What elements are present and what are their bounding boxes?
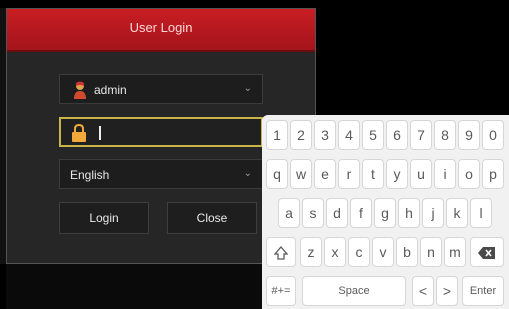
language-select[interactable]: English ⌄ <box>59 159 263 189</box>
backspace-icon <box>478 247 495 260</box>
password-input[interactable] <box>59 117 263 147</box>
key[interactable]: t <box>362 159 384 189</box>
key[interactable]: o <box>458 159 480 189</box>
enter-key[interactable]: Enter <box>462 276 504 306</box>
key[interactable]: 1 <box>266 120 288 150</box>
username-value: admin <box>94 83 127 97</box>
key[interactable]: 2 <box>290 120 312 150</box>
key[interactable]: b <box>396 237 418 267</box>
key[interactable]: y <box>386 159 408 189</box>
language-value: English <box>70 168 110 182</box>
user-avatar-icon <box>74 81 86 99</box>
space-key[interactable]: Space <box>302 276 406 306</box>
cursor-right-key[interactable]: > <box>436 276 458 306</box>
key[interactable]: 6 <box>386 120 408 150</box>
key[interactable]: s <box>302 198 324 228</box>
key[interactable]: 3 <box>314 120 336 150</box>
key[interactable]: z <box>300 237 322 267</box>
key[interactable]: h <box>398 198 420 228</box>
key[interactable]: j <box>422 198 444 228</box>
chevron-down-icon: ⌄ <box>243 168 252 179</box>
shift-icon <box>274 246 288 260</box>
lock-icon <box>72 124 86 142</box>
key[interactable]: q <box>266 159 288 189</box>
key[interactable]: p <box>482 159 504 189</box>
key[interactable]: w <box>290 159 312 189</box>
key[interactable]: v <box>372 237 394 267</box>
key[interactable]: r <box>338 159 360 189</box>
key[interactable]: a <box>278 198 300 228</box>
on-screen-keyboard: 1 2 3 4 5 6 7 8 9 0 q w e r t y u i o p … <box>262 115 509 309</box>
key[interactable]: d <box>326 198 348 228</box>
key[interactable]: c <box>348 237 370 267</box>
login-button[interactable]: Login <box>59 202 149 234</box>
key[interactable]: e <box>314 159 336 189</box>
chevron-down-icon: ⌄ <box>243 83 252 94</box>
key[interactable]: i <box>434 159 456 189</box>
symbols-key[interactable]: #+= <box>266 276 296 306</box>
key[interactable]: 9 <box>458 120 480 150</box>
key[interactable]: n <box>420 237 442 267</box>
key[interactable]: 5 <box>362 120 384 150</box>
key[interactable]: g <box>374 198 396 228</box>
key[interactable]: 8 <box>434 120 456 150</box>
key[interactable]: k <box>446 198 468 228</box>
top-strip <box>0 0 509 8</box>
key[interactable]: 4 <box>338 120 360 150</box>
key[interactable]: 0 <box>482 120 504 150</box>
cursor-left-key[interactable]: < <box>412 276 434 306</box>
dialog-title: User Login <box>7 9 315 52</box>
shift-key[interactable] <box>266 237 296 267</box>
key[interactable]: f <box>350 198 372 228</box>
username-select[interactable]: admin ⌄ <box>59 74 263 104</box>
key[interactable]: x <box>324 237 346 267</box>
key[interactable]: m <box>444 237 466 267</box>
key[interactable]: 7 <box>410 120 432 150</box>
key[interactable]: u <box>410 159 432 189</box>
close-button[interactable]: Close <box>167 202 257 234</box>
text-caret <box>99 126 101 140</box>
backspace-key[interactable] <box>470 237 504 267</box>
bottom-bar <box>6 264 262 309</box>
key[interactable]: l <box>470 198 492 228</box>
